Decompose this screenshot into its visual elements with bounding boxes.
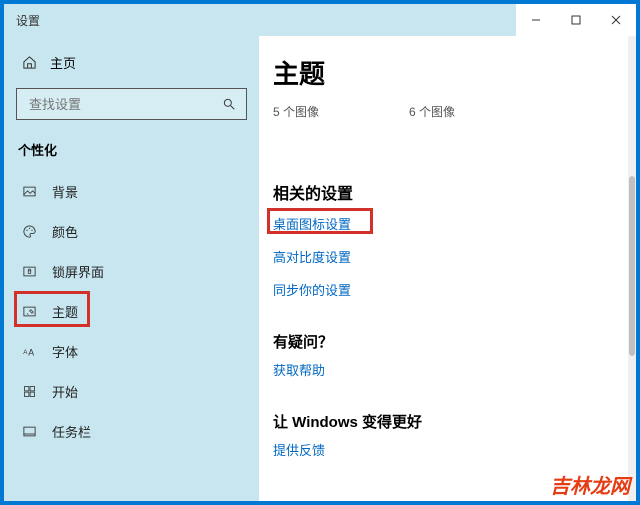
window-controls: [516, 4, 636, 36]
titlebar: 设置: [4, 4, 636, 36]
sidebar-home[interactable]: 主页: [4, 42, 259, 82]
image-count-right: 6 个图像: [409, 103, 455, 120]
maximize-button[interactable]: [556, 4, 596, 36]
start-icon: [22, 384, 38, 399]
sidebar-category: 个性化: [4, 130, 259, 167]
taskbar-icon: [22, 424, 38, 439]
theme-icon: [22, 304, 38, 319]
maximize-icon: [571, 15, 581, 25]
sidebar-item-label: 任务栏: [52, 422, 91, 441]
search-box[interactable]: [16, 88, 247, 120]
sidebar-item-label: 字体: [52, 342, 78, 361]
sidebar-item-lockscreen[interactable]: 锁屏界面: [4, 251, 259, 291]
sidebar-item-themes[interactable]: 主题: [4, 291, 259, 331]
window-title: 设置: [4, 12, 40, 29]
svg-text:A: A: [23, 349, 28, 356]
link-feedback[interactable]: 提供反馈: [273, 440, 325, 459]
help-heading: 有疑问？: [273, 331, 622, 352]
sidebar: 主页 个性化 背景 颜色: [4, 36, 259, 501]
home-icon: [22, 55, 38, 70]
svg-text:A: A: [28, 347, 34, 357]
scrollbar[interactable]: [628, 36, 636, 501]
sidebar-item-label: 锁屏界面: [52, 262, 104, 281]
related-settings-heading: 相关的设置: [273, 180, 622, 204]
minimize-icon: [531, 15, 541, 25]
sidebar-item-label: 颜色: [52, 222, 78, 241]
sidebar-item-fonts[interactable]: AA 字体: [4, 331, 259, 371]
sidebar-item-taskbar[interactable]: 任务栏: [4, 411, 259, 451]
image-icon: [22, 184, 38, 199]
feedback-heading: 让 Windows 变得更好: [273, 411, 622, 432]
search-icon: [222, 97, 236, 111]
sidebar-item-label: 开始: [52, 382, 78, 401]
close-icon: [611, 15, 621, 25]
link-sync-settings[interactable]: 同步你的设置: [273, 280, 351, 299]
content-pane: 主题 5 个图像 6 个图像 相关的设置 桌面图标设置 高对比度设置 同步你的设…: [259, 36, 636, 501]
link-get-help[interactable]: 获取帮助: [273, 360, 325, 379]
link-desktop-icon-settings[interactable]: 桌面图标设置: [273, 214, 351, 233]
watermark: 吉林龙网: [550, 470, 630, 499]
image-count-left: 5 个图像: [273, 103, 319, 120]
close-button[interactable]: [596, 4, 636, 36]
font-icon: AA: [22, 344, 38, 359]
lock-icon: [22, 264, 38, 279]
palette-icon: [22, 224, 38, 239]
sidebar-item-label: 主题: [52, 302, 78, 321]
minimize-button[interactable]: [516, 4, 556, 36]
sidebar-item-colors[interactable]: 颜色: [4, 211, 259, 251]
search-input[interactable]: [27, 96, 197, 113]
sidebar-item-start[interactable]: 开始: [4, 371, 259, 411]
page-title: 主题: [273, 54, 622, 91]
sidebar-item-label: 背景: [52, 182, 78, 201]
sidebar-item-background[interactable]: 背景: [4, 171, 259, 211]
sidebar-home-label: 主页: [50, 53, 76, 72]
link-high-contrast[interactable]: 高对比度设置: [273, 247, 351, 266]
scrollbar-thumb[interactable]: [629, 176, 635, 356]
